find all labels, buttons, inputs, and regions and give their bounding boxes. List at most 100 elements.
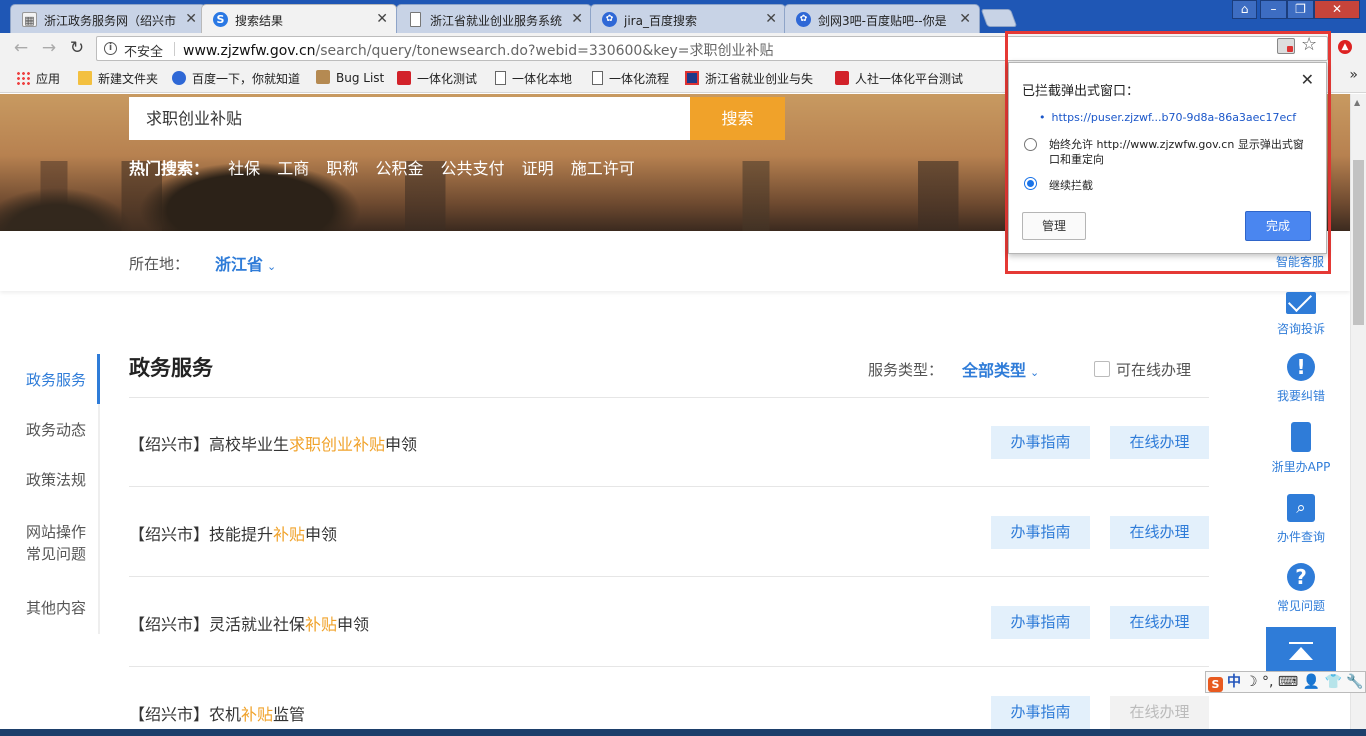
bookmark-label: 新建文件夹 <box>98 72 159 86</box>
search-input[interactable]: 求职创业补贴 <box>129 97 690 140</box>
float-label: 我要纠错 <box>1276 389 1325 403</box>
ime-tools[interactable]: ☽ °, ⌨ 👤 👕 🔧 <box>1245 674 1364 690</box>
divider <box>129 576 1209 577</box>
guide-button[interactable]: 办事指南 <box>991 426 1090 459</box>
nav-gov-service[interactable]: 政务服务 <box>26 369 86 391</box>
hot-search-item[interactable]: 证明 <box>522 159 554 178</box>
tab-search-results[interactable]: S 搜索结果 ✕ <box>201 4 397 34</box>
result-highlight: 补贴 <box>241 705 274 724</box>
page-scrollbar[interactable]: ▲ <box>1350 94 1366 736</box>
hot-search-item[interactable]: 施工许可 <box>571 159 635 178</box>
reload-icon[interactable]: ↻ <box>66 37 88 59</box>
search-icon: ⌕ <box>1287 494 1315 522</box>
hot-search-item[interactable]: 公共支付 <box>441 159 505 178</box>
url-text[interactable]: www.zjzwfw.gov.cn/search/query/tonewsear… <box>183 40 773 60</box>
red-logo-icon <box>397 71 411 85</box>
service-type-selector[interactable]: 全部类型 ⌄ <box>962 357 1039 381</box>
done-button[interactable]: 完成 <box>1245 211 1311 241</box>
bookmark-rs-platform[interactable]: 人社一体化平台测试 <box>835 70 963 88</box>
online-filter-label[interactable]: 可在线办理 <box>1116 359 1191 380</box>
result-title[interactable]: 【绍兴市】技能提升补贴申领 <box>129 521 337 545</box>
online-handle-button[interactable]: 在线办理 <box>1110 606 1209 639</box>
info-icon[interactable]: i <box>104 42 117 55</box>
allow-option-label[interactable]: 始终允许 http://www.zjzwfw.gov.cn 显示弹出式窗口和重定… <box>1049 137 1311 167</box>
location-selector[interactable]: 浙江省 ⌄ <box>215 251 276 275</box>
guide-button[interactable]: 办事指南 <box>991 696 1090 729</box>
tab-employment-system[interactable]: 浙江省就业创业服务系统 ✕ <box>396 4 592 33</box>
extension-icon[interactable]: ▲ <box>1338 40 1352 54</box>
section-title: 政务服务 <box>129 356 213 380</box>
divider <box>174 42 175 56</box>
bookmark-yth-local[interactable]: 一体化本地 <box>495 70 572 88</box>
bookmark-bug-list[interactable]: Bug List <box>316 70 384 88</box>
nav-other[interactable]: 其他内容 <box>26 597 86 619</box>
float-correction[interactable]: ! 我要纠错 <box>1266 353 1336 404</box>
scroll-up-icon[interactable]: ▲ <box>1354 98 1360 107</box>
minimize-button[interactable]: – <box>1260 0 1287 19</box>
security-status[interactable]: 不安全 <box>124 41 163 60</box>
tab-zj-gov[interactable]: ▦ 浙江政务服务网（绍兴市 ✕ <box>10 4 206 33</box>
float-app[interactable]: 浙里办APP <box>1266 422 1336 475</box>
back-icon[interactable]: ← <box>10 37 32 59</box>
result-title[interactable]: 【绍兴市】灵活就业社保补贴申领 <box>129 611 369 635</box>
online-filter-checkbox[interactable] <box>1094 361 1110 377</box>
tab-close-icon[interactable]: ✕ <box>765 11 777 27</box>
hot-search-item[interactable]: 社保 <box>228 159 260 178</box>
apps-icon <box>16 71 30 85</box>
manage-button[interactable]: 管理 <box>1022 212 1086 240</box>
guide-button[interactable]: 办事指南 <box>991 516 1090 549</box>
bookmark-folder[interactable]: 新建文件夹 <box>78 70 158 88</box>
bookmark-label: Bug List <box>336 71 385 85</box>
hot-search-item[interactable]: 职称 <box>326 159 358 178</box>
bookmarks-overflow-button[interactable]: » <box>1349 67 1358 83</box>
block-option-label[interactable]: 继续拦截 <box>1049 178 1093 193</box>
guide-button[interactable]: 办事指南 <box>991 606 1090 639</box>
result-title-prefix: 【绍兴市】高校毕业生 <box>129 435 290 454</box>
search-button[interactable]: 搜索 <box>690 97 785 140</box>
allow-radio[interactable] <box>1024 138 1037 151</box>
tab-close-icon[interactable]: ✕ <box>571 11 583 27</box>
blocked-popup-link[interactable]: https://puser.zjzwf...b70-9d8a-86a3aec17… <box>1039 111 1297 124</box>
tab-tieba[interactable]: ✿ 剑网3吧-百度贴吧--你是 ✕ <box>784 4 980 33</box>
scroll-thumb[interactable] <box>1353 160 1364 325</box>
tab-title: 浙江省就业创业服务系统 <box>430 14 563 28</box>
bookmark-baidu[interactable]: 百度一下，你就知道 <box>172 70 300 88</box>
tab-close-icon[interactable]: ✕ <box>185 11 197 27</box>
bookmark-yth-test[interactable]: 一体化测试 <box>397 70 477 88</box>
baidu-paw-icon <box>172 71 186 85</box>
online-handle-button[interactable]: 在线办理 <box>1110 426 1209 459</box>
float-faq[interactable]: ? 常见问题 <box>1266 563 1336 614</box>
online-handle-button[interactable]: 在线办理 <box>1110 516 1209 549</box>
float-query[interactable]: ⌕ 办件查询 <box>1266 494 1336 545</box>
tab-title: 浙江政务服务网（绍兴市 <box>44 14 177 28</box>
ime-mode[interactable]: 中 <box>1227 674 1241 690</box>
tab-close-icon[interactable]: ✕ <box>959 11 971 27</box>
tab-jira-baidu[interactable]: ✿ jira_百度搜索 ✕ <box>590 4 786 33</box>
result-title[interactable]: 【绍兴市】高校毕业生求职创业补贴申领 <box>129 431 417 455</box>
hot-search-item[interactable]: 公积金 <box>375 159 423 178</box>
block-radio[interactable] <box>1024 177 1037 190</box>
user-profile-icon[interactable]: ⌂ <box>1232 0 1257 19</box>
bookmark-yth-flow[interactable]: 一体化流程 <box>592 70 669 88</box>
nav-policy[interactable]: 政策法规 <box>26 469 86 491</box>
hot-search-item[interactable]: 工商 <box>277 159 309 178</box>
ime-toolbar[interactable]: S 中 ☽ °, ⌨ 👤 👕 🔧 <box>1205 671 1366 693</box>
close-icon[interactable]: ✕ <box>1301 70 1314 89</box>
bookmark-zj-employment[interactable]: 浙江省就业创业与失 <box>685 70 855 88</box>
bookmark-apps[interactable]: 应用 <box>16 70 60 88</box>
float-complaint[interactable]: 咨询投诉 <box>1266 292 1336 337</box>
tab-title: jira_百度搜索 <box>624 14 697 28</box>
service-type-value: 全部类型 <box>962 361 1027 380</box>
nav-gov-news[interactable]: 政务动态 <box>26 419 86 441</box>
forward-icon[interactable]: → <box>38 37 60 59</box>
tab-close-icon[interactable]: ✕ <box>376 11 388 27</box>
result-title[interactable]: 【绍兴市】农机补贴监管 <box>129 701 305 725</box>
result-title-suffix: 监管 <box>273 705 306 724</box>
close-window-button[interactable]: ✕ <box>1314 0 1360 19</box>
new-tab-button[interactable] <box>980 9 1018 27</box>
hot-search: 热门搜索： 社保 工商 职称 公积金 公共支付 证明 施工许可 <box>129 155 647 179</box>
maximize-button[interactable]: ❐ <box>1287 0 1314 19</box>
tab-title: 搜索结果 <box>235 14 284 28</box>
chevron-down-icon: ⌄ <box>1030 366 1040 379</box>
nav-faq[interactable]: 网站操作 常见问题 <box>26 521 86 565</box>
